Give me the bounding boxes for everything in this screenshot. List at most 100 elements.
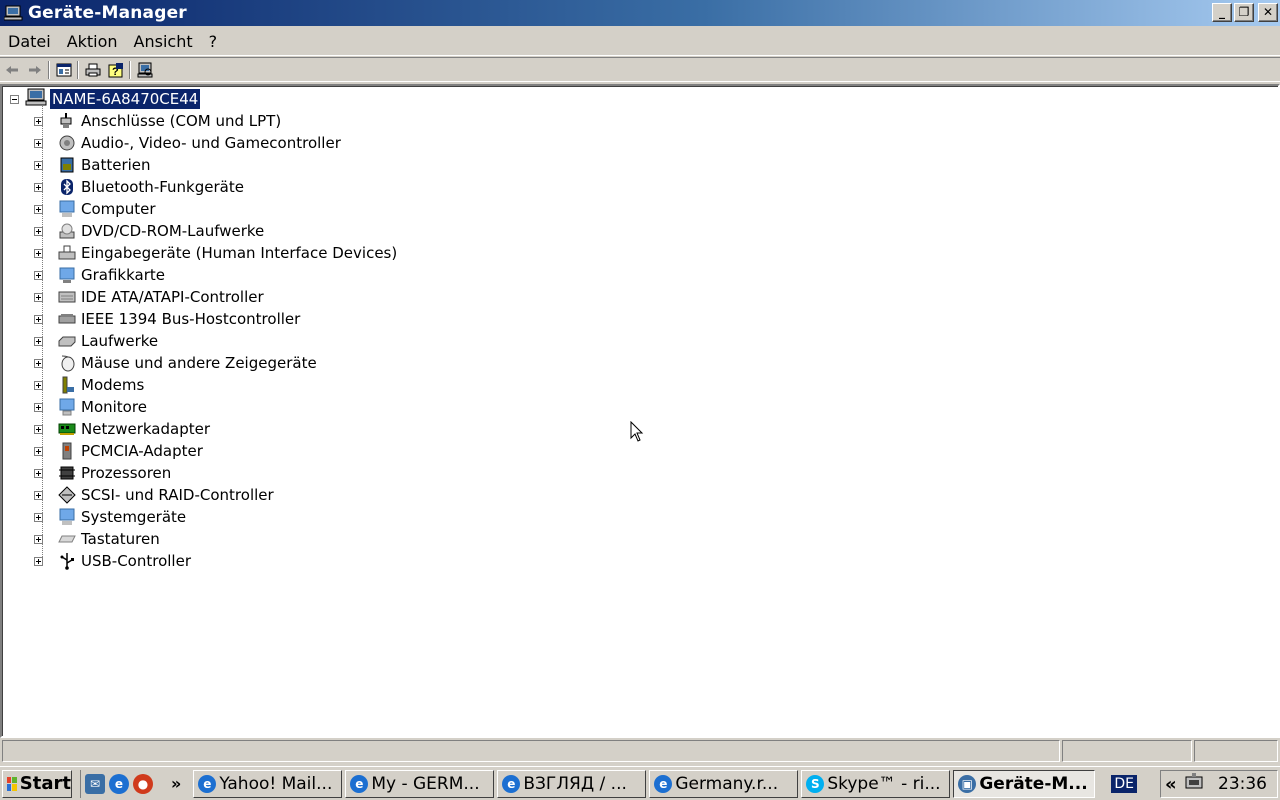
expand-toggle[interactable]	[34, 292, 43, 302]
collapse-toggle[interactable]	[10, 94, 19, 104]
outlook-icon[interactable]: ✉	[85, 773, 105, 794]
taskbar-button[interactable]: e ВЗГЛЯД / ...	[497, 769, 647, 798]
quick-launch-more-button[interactable]: »	[171, 774, 181, 793]
expand-toggle[interactable]	[34, 424, 43, 434]
tree-node[interactable]: Netzwerkadapter	[34, 418, 397, 440]
menu-aktion[interactable]: Aktion	[59, 32, 126, 51]
tree-node[interactable]: IEEE 1394 Bus-Hostcontroller	[34, 308, 397, 330]
taskbar-button[interactable]: e Yahoo! Mail...	[193, 769, 343, 798]
tree-node[interactable]: SCSI- und RAID-Controller	[34, 484, 397, 506]
expand-toggle[interactable]	[34, 534, 43, 544]
taskbar-button[interactable]: S Skype™ - ri...	[801, 769, 951, 798]
network-icon[interactable]	[1183, 772, 1205, 796]
tree-node[interactable]: Prozessoren	[34, 462, 397, 484]
tree-node-label[interactable]: Anschlüsse (COM und LPT)	[81, 112, 281, 130]
print-button[interactable]	[81, 59, 104, 81]
tree-node-label[interactable]: Mäuse und andere Zeigegeräte	[81, 354, 317, 372]
tree-node-label[interactable]: IDE ATA/ATAPI-Controller	[81, 288, 264, 306]
tree-node[interactable]: Mäuse und andere Zeigegeräte	[34, 352, 397, 374]
tree-node[interactable]: Anschlüsse (COM und LPT)	[34, 110, 397, 132]
tree-node-label[interactable]: Systemgeräte	[81, 508, 186, 526]
tree-node[interactable]: Grafikkarte	[34, 264, 397, 286]
expand-toggle[interactable]	[34, 270, 43, 280]
title-bar[interactable]: Geräte-Manager _ ❐ ✕	[0, 0, 1280, 26]
tree-node[interactable]: Bluetooth-Funkgeräte	[34, 176, 397, 198]
taskbar-button[interactable]: e Germany.r...	[649, 769, 799, 798]
minimize-button[interactable]: _	[1212, 3, 1232, 22]
tree-node-label[interactable]: Netzwerkadapter	[81, 420, 210, 438]
expand-toggle[interactable]	[34, 226, 43, 236]
tree-node-label[interactable]: SCSI- und RAID-Controller	[81, 486, 274, 504]
menu-ansicht[interactable]: Ansicht	[126, 32, 201, 51]
expand-toggle[interactable]	[34, 182, 43, 192]
tree-node-label[interactable]: PCMCIA-Adapter	[81, 442, 203, 460]
tree-root-label[interactable]: NAME-6A8470CE44	[50, 89, 201, 109]
expand-toggle[interactable]	[34, 248, 43, 258]
properties-view-button[interactable]	[52, 59, 75, 81]
expand-toggle[interactable]	[34, 116, 43, 126]
back-button[interactable]	[0, 59, 23, 81]
tree-root[interactable]: NAME-6A8470CE44	[10, 88, 201, 110]
tree-node-label[interactable]: Bluetooth-Funkgeräte	[81, 178, 244, 196]
tree-node[interactable]: Eingabegeräte (Human Interface Devices)	[34, 242, 397, 264]
tree-node-label[interactable]: IEEE 1394 Bus-Hostcontroller	[81, 310, 300, 328]
tree-node[interactable]: Monitore	[34, 396, 397, 418]
expand-toggle[interactable]	[34, 402, 43, 412]
tree-node[interactable]: Systemgeräte	[34, 506, 397, 528]
expand-toggle[interactable]	[34, 160, 43, 170]
forward-button[interactable]	[23, 59, 46, 81]
bluetooth-icon	[57, 178, 77, 196]
tree-node-label[interactable]: DVD/CD-ROM-Laufwerke	[81, 222, 264, 240]
expand-toggle[interactable]	[34, 490, 43, 500]
tree-node-label[interactable]: Monitore	[81, 398, 147, 416]
language-indicator[interactable]: DE	[1111, 774, 1137, 793]
quick-launch: ✉ e ● »	[80, 769, 181, 798]
ie-icon[interactable]: e	[109, 773, 129, 794]
tree-node[interactable]: USB-Controller	[34, 550, 397, 572]
start-button[interactable]: Start	[2, 769, 72, 798]
tree-node-label[interactable]: Modems	[81, 376, 144, 394]
tray-expand-button[interactable]: «	[1165, 774, 1177, 795]
taskbar-button[interactable]: ▣ Geräte-M...	[953, 769, 1096, 798]
device-tree[interactable]: NAME-6A8470CE44 Anschlüsse (COM und LPT)…	[0, 84, 1280, 738]
tree-node[interactable]: Laufwerke	[34, 330, 397, 352]
tree-node[interactable]: Audio-, Video- und Gamecontroller	[34, 132, 397, 154]
menu-bar: Datei Aktion Ansicht ?	[0, 27, 1280, 56]
expand-toggle[interactable]	[34, 314, 43, 324]
tree-node[interactable]: Batterien	[34, 154, 397, 176]
tree-node-label[interactable]: Audio-, Video- und Gamecontroller	[81, 134, 341, 152]
tree-node-label[interactable]: Tastaturen	[81, 530, 160, 548]
ie-icon: e	[502, 774, 521, 793]
scan-hardware-button[interactable]	[133, 59, 156, 81]
help-button[interactable]: ?	[104, 59, 127, 81]
expand-toggle[interactable]	[34, 204, 43, 214]
tree-node-label[interactable]: Eingabegeräte (Human Interface Devices)	[81, 244, 397, 262]
tree-node-label[interactable]: Laufwerke	[81, 332, 158, 350]
expand-toggle[interactable]	[34, 138, 43, 148]
tree-node[interactable]: DVD/CD-ROM-Laufwerke	[34, 220, 397, 242]
tree-node[interactable]: PCMCIA-Adapter	[34, 440, 397, 462]
tree-node-label[interactable]: Grafikkarte	[81, 266, 165, 284]
tree-node-label[interactable]: Prozessoren	[81, 464, 171, 482]
expand-toggle[interactable]	[34, 468, 43, 478]
menu-help[interactable]: ?	[201, 32, 226, 51]
expand-toggle[interactable]	[34, 380, 43, 390]
expand-toggle[interactable]	[34, 336, 43, 346]
media-player-icon[interactable]: ●	[133, 773, 153, 794]
tree-node[interactable]: Computer	[34, 198, 397, 220]
tree-node-label[interactable]: Batterien	[81, 156, 151, 174]
expand-toggle[interactable]	[34, 556, 43, 566]
expand-toggle[interactable]	[34, 512, 43, 522]
tree-node[interactable]: Tastaturen	[34, 528, 397, 550]
expand-toggle[interactable]	[34, 446, 43, 456]
tree-node[interactable]: IDE ATA/ATAPI-Controller	[34, 286, 397, 308]
clock[interactable]: 23:36	[1218, 774, 1267, 794]
tree-node[interactable]: Modems	[34, 374, 397, 396]
restore-button[interactable]: ❐	[1234, 3, 1254, 22]
tree-node-label[interactable]: USB-Controller	[81, 552, 191, 570]
close-button[interactable]: ✕	[1258, 3, 1278, 22]
taskbar-button[interactable]: e My - GERM...	[345, 769, 495, 798]
expand-toggle[interactable]	[34, 358, 43, 368]
menu-datei[interactable]: Datei	[0, 32, 59, 51]
tree-node-label[interactable]: Computer	[81, 200, 156, 218]
